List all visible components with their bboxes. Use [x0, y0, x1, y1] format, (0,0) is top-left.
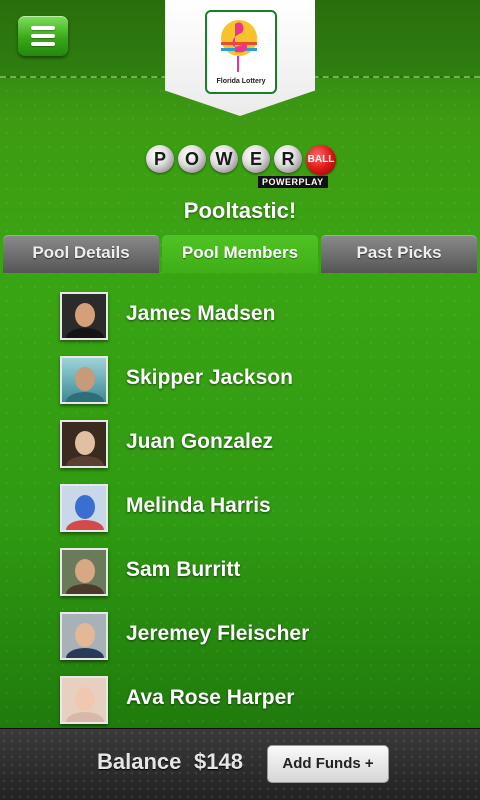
list-item[interactable]: Ava Rose Harper [60, 676, 460, 726]
body-shape [66, 392, 104, 402]
face-shape [75, 303, 95, 327]
logo-red-ball: BALL [306, 145, 336, 175]
face-shape [75, 559, 95, 583]
app-screen: Florida Lottery P O W E R BALL POWERPLAY… [0, 0, 480, 800]
balance-amount: $148 [194, 749, 243, 774]
member-name: Melinda Harris [126, 494, 271, 517]
member-name: Skipper Jackson [126, 366, 293, 389]
body-shape [66, 584, 104, 594]
list-item[interactable]: Melinda Harris [60, 484, 460, 534]
tab-pool-details[interactable]: Pool Details [3, 235, 159, 273]
tab-pool-members[interactable]: Pool Members [162, 235, 318, 273]
face-shape [75, 367, 95, 391]
member-name: Ava Rose Harper [126, 686, 295, 709]
list-item[interactable]: Skipper Jackson [60, 356, 460, 406]
menu-icon-bar [31, 42, 55, 46]
add-funds-button[interactable]: Add Funds + [267, 745, 389, 783]
face-shape [75, 431, 95, 455]
florida-lottery-logo-tab[interactable]: Florida Lottery [165, 0, 315, 116]
menu-icon [31, 26, 55, 30]
list-item[interactable]: James Madsen [60, 292, 460, 342]
logo-letter-ball: W [210, 145, 238, 173]
logo-letter-ball: P [146, 145, 174, 173]
body-shape [66, 648, 104, 658]
list-item[interactable]: Juan Gonzalez [60, 420, 460, 470]
avatar [60, 612, 108, 660]
balance-footer: Balance $148 Add Funds + [0, 728, 480, 800]
menu-button[interactable] [18, 16, 68, 56]
avatar [60, 676, 108, 724]
avatar [60, 420, 108, 468]
list-item[interactable]: Jeremey Fleischer [60, 612, 460, 662]
logo-letter-ball: E [242, 145, 270, 173]
tab-past-picks[interactable]: Past Picks [321, 235, 477, 273]
avatar [60, 548, 108, 596]
avatar [60, 484, 108, 532]
menu-icon-bar [31, 34, 55, 38]
member-name: James Madsen [126, 302, 276, 325]
logo-letter-ball: O [178, 145, 206, 173]
flamingo-icon [221, 20, 257, 72]
logo-letter-ball: R [274, 145, 302, 173]
powerball-logo: P O W E R BALL POWERPLAY [146, 145, 336, 189]
body-shape [66, 328, 104, 338]
member-name: Juan Gonzalez [126, 430, 274, 453]
avatar [60, 356, 108, 404]
body-shape [66, 712, 104, 722]
face-shape [75, 623, 95, 647]
balance-label: Balance [97, 749, 182, 774]
face-shape [75, 687, 95, 711]
list-item[interactable]: Sam Burritt [60, 548, 460, 598]
member-name: Jeremey Fleischer [126, 622, 310, 645]
member-name: Sam Burritt [126, 558, 241, 581]
pool-tabs: Pool Details Pool Members Past Picks [3, 235, 477, 273]
pool-title: Pooltastic! [183, 198, 297, 223]
powerplay-label: POWERPLAY [258, 176, 328, 188]
body-shape [66, 520, 104, 530]
avatar [60, 292, 108, 340]
face-shape [75, 495, 95, 519]
florida-lottery-logo: Florida Lottery [205, 10, 277, 94]
florida-lottery-brand-text: Florida Lottery [216, 78, 266, 85]
body-shape [66, 456, 104, 466]
